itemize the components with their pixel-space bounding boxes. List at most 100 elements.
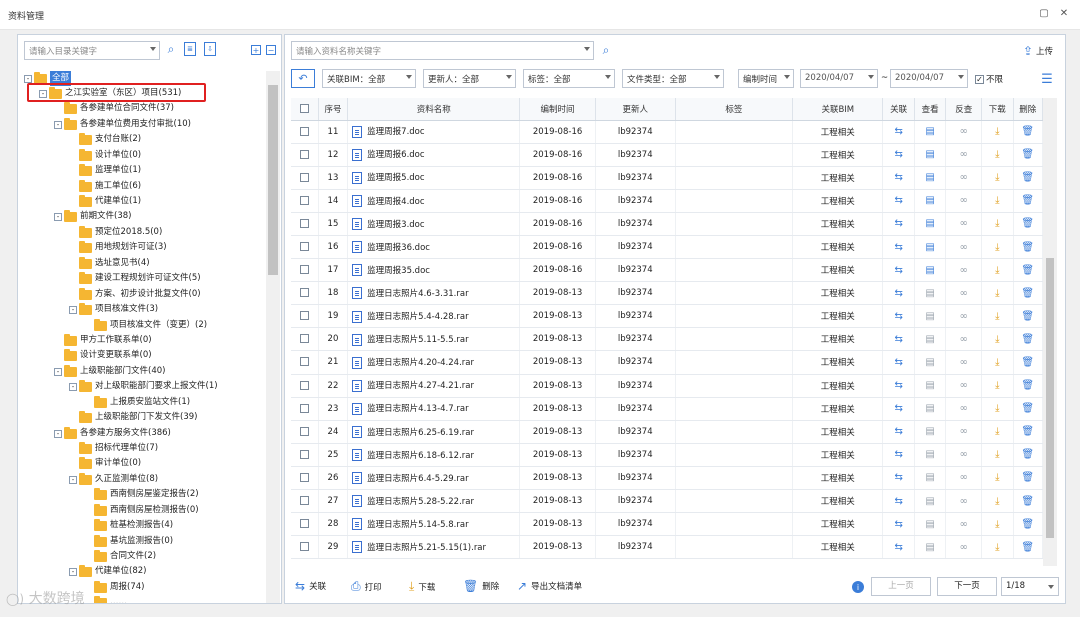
- view-cell[interactable]: ▤: [914, 535, 947, 560]
- reverse-lookup-cell[interactable]: ∞: [945, 327, 983, 352]
- table-row[interactable]: 26 监理日志照片6.4-5.29.rar 2019-08-13 lb92374 工程相…: [291, 466, 1044, 491]
- row-select-cell[interactable]: [291, 120, 319, 144]
- view-cell[interactable]: ▤: [914, 281, 947, 306]
- trash-icon[interactable]: 🗑: [1021, 195, 1034, 206]
- tree-node[interactable]: 西南侧房屋检测报告(0): [84, 503, 199, 518]
- view-document-icon[interactable]: ▤: [925, 403, 934, 414]
- row-checkbox[interactable]: [299, 149, 309, 159]
- link-button[interactable]: ⇆ 关联: [295, 579, 326, 593]
- table-row[interactable]: 23 监理日志照片4.13-4.7.rar 2019-08-13 lb92374 工程相…: [291, 397, 1044, 421]
- download-cell[interactable]: ⤓: [981, 466, 1014, 491]
- row-checkbox[interactable]: [299, 496, 309, 506]
- file-name[interactable]: 监理周报7.doc: [367, 127, 424, 137]
- trash-icon[interactable]: 🗑: [1021, 288, 1034, 299]
- select-all-checkbox[interactable]: [299, 103, 309, 113]
- download-cell[interactable]: ⤓: [981, 304, 1014, 329]
- checkbox-checked-icon[interactable]: ✓: [975, 74, 984, 84]
- download-cell[interactable]: ⤓: [981, 327, 1014, 352]
- tree-node[interactable]: 设计变更联系单(0): [54, 348, 152, 363]
- col-header[interactable]: 序号: [318, 98, 349, 121]
- glasses-icon[interactable]: ∞: [960, 288, 968, 299]
- view-document-icon[interactable]: ▤: [925, 265, 934, 276]
- reverse-lookup-cell[interactable]: ∞: [945, 443, 983, 467]
- row-select-cell[interactable]: [291, 350, 319, 375]
- print-button[interactable]: ⎙ 打印: [351, 579, 382, 594]
- tree-node[interactable]: 甲方工作联系单(0): [54, 333, 152, 348]
- delete-cell[interactable]: 🗑: [1013, 212, 1044, 236]
- view-document-icon[interactable]: ▤: [925, 126, 934, 137]
- download-icon[interactable]: ⤓: [995, 288, 999, 299]
- row-checkbox[interactable]: [299, 172, 309, 182]
- row-select-cell[interactable]: [291, 143, 319, 167]
- table-row[interactable]: 12 监理周报6.doc 2019-08-16 lb92374 工程相关 ⇆ ▤ ∞ ⤓ 🗑: [291, 143, 1044, 167]
- file-name[interactable]: 监理周报5.doc: [367, 173, 424, 183]
- export-button[interactable]: ↗ 导出文档清单: [517, 579, 582, 593]
- file-name-cell[interactable]: 监理周报4.doc: [347, 189, 521, 213]
- table-row[interactable]: 24 监理日志照片6.25-6.19.rar 2019-08-13 lb92374 工程…: [291, 420, 1044, 444]
- trash-icon[interactable]: 🗑: [1021, 472, 1034, 483]
- list-view-icon[interactable]: ≣: [184, 42, 196, 56]
- time-type-select[interactable]: 编制时间: [738, 69, 794, 88]
- link-cell[interactable]: ⇆: [882, 420, 915, 444]
- tree-node[interactable]: - 代建单位(82): [69, 564, 146, 579]
- link-cell[interactable]: ⇆: [882, 327, 915, 352]
- tag-filter[interactable]: 标签：全部: [523, 69, 615, 88]
- row-checkbox[interactable]: [299, 542, 309, 552]
- tree-node[interactable]: 周报(74): [84, 580, 144, 595]
- table-row[interactable]: 18 监理日志照片4.6-3.31.rar 2019-08-13 lb92374 工程相…: [291, 281, 1044, 306]
- link-icon[interactable]: ⇆: [894, 149, 902, 160]
- table-row[interactable]: 27 监理日志照片5.28-5.22.rar 2019-08-13 lb92374 工程…: [291, 489, 1044, 514]
- tree-node[interactable]: 用地规划许可证(3): [69, 240, 167, 255]
- download-icon[interactable]: ⤓: [995, 449, 999, 460]
- link-icon[interactable]: ⇆: [894, 449, 902, 460]
- row-select-cell[interactable]: [291, 327, 319, 352]
- file-name-cell[interactable]: 监理周报3.doc: [347, 212, 521, 236]
- download-icon[interactable]: ⤓: [995, 172, 999, 183]
- download-cell[interactable]: ⤓: [981, 166, 1014, 190]
- link-cell[interactable]: ⇆: [882, 535, 915, 560]
- link-icon[interactable]: ⇆: [894, 334, 902, 345]
- col-header[interactable]: 资料名称: [347, 98, 521, 121]
- tree-node[interactable]: ……: [84, 595, 127, 603]
- reverse-lookup-cell[interactable]: ∞: [945, 235, 983, 260]
- view-document-icon[interactable]: ▤: [925, 449, 934, 460]
- download-cell[interactable]: ⤓: [981, 489, 1014, 514]
- glasses-icon[interactable]: ∞: [960, 426, 968, 437]
- row-select-cell[interactable]: [291, 235, 319, 260]
- date-from-input[interactable]: 2020/04/07: [800, 69, 878, 88]
- row-checkbox[interactable]: [299, 449, 309, 459]
- reverse-lookup-cell[interactable]: ∞: [945, 535, 983, 560]
- view-cell[interactable]: ▤: [914, 420, 947, 444]
- reverse-lookup-cell[interactable]: ∞: [945, 189, 983, 213]
- tree-node[interactable]: 支付台账(2): [69, 132, 141, 147]
- tree-node[interactable]: - 各参建单位费用支付审批(10): [54, 117, 191, 132]
- tree-node[interactable]: 各参建单位合同文件(37): [54, 101, 174, 116]
- upload-button[interactable]: ⇪ 上传: [1016, 43, 1060, 59]
- table-row[interactable]: 29 监理日志照片5.21-5.15(1).rar 2019-08-13 lb9237…: [291, 535, 1044, 560]
- download-button[interactable]: ⤓ 下载: [409, 579, 435, 594]
- page-select[interactable]: 1/18: [1001, 577, 1059, 596]
- reverse-lookup-cell[interactable]: ∞: [945, 166, 983, 190]
- glasses-icon[interactable]: ∞: [960, 195, 968, 206]
- view-document-icon[interactable]: ▤: [925, 288, 934, 299]
- table-row[interactable]: 14 监理周报4.doc 2019-08-16 lb92374 工程相关 ⇆ ▤ ∞ ⤓ 🗑: [291, 189, 1044, 213]
- tree-node[interactable]: 施工单位(6): [69, 179, 141, 194]
- link-icon[interactable]: ⇆: [894, 426, 902, 437]
- view-cell[interactable]: ▤: [914, 512, 947, 537]
- collapse-toggle-icon[interactable]: -: [54, 429, 62, 438]
- trash-icon[interactable]: 🗑: [1021, 149, 1034, 160]
- file-name-cell[interactable]: 监理日志照片4.27-4.21.rar: [347, 374, 521, 398]
- glasses-icon[interactable]: ∞: [960, 496, 968, 507]
- view-cell[interactable]: ▤: [914, 235, 947, 260]
- download-icon[interactable]: ⤓: [995, 519, 999, 530]
- link-cell[interactable]: ⇆: [882, 466, 915, 491]
- view-document-icon[interactable]: ▤: [925, 334, 934, 345]
- reverse-lookup-cell[interactable]: ∞: [945, 258, 983, 283]
- link-icon[interactable]: ⇆: [894, 496, 902, 507]
- row-select-cell[interactable]: [291, 212, 319, 236]
- unlimited-checkbox[interactable]: ✓ 不限: [975, 73, 1003, 85]
- trash-icon[interactable]: 🗑: [1021, 172, 1034, 183]
- download-cell[interactable]: ⤓: [981, 212, 1014, 236]
- delete-cell[interactable]: 🗑: [1013, 350, 1044, 375]
- row-checkbox[interactable]: [299, 265, 309, 275]
